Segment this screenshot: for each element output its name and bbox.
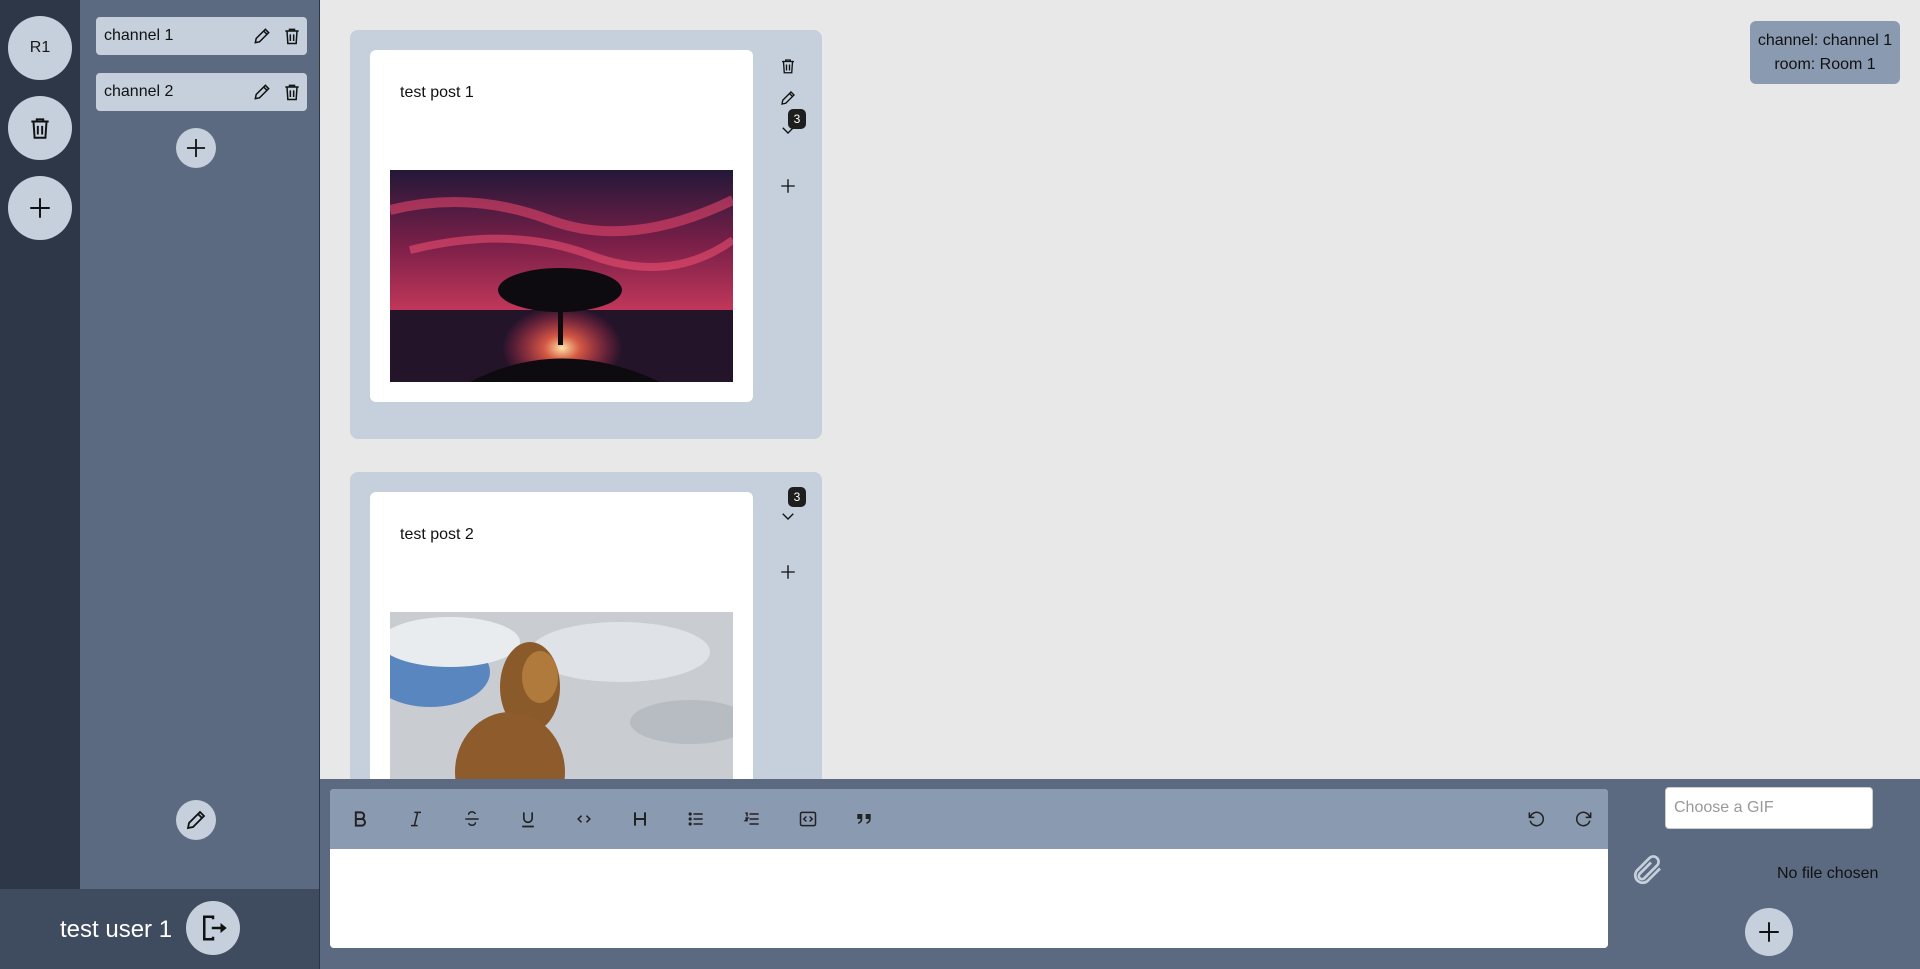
heading-button[interactable] xyxy=(622,801,658,837)
delete-channel-button[interactable] xyxy=(277,77,307,107)
edit-channel-button[interactable] xyxy=(247,77,277,107)
plus-icon xyxy=(781,565,795,579)
channel-item-1[interactable]: channel 1 xyxy=(96,17,307,55)
pencil-icon xyxy=(781,91,795,105)
italic-icon xyxy=(411,811,421,827)
strikethrough-icon xyxy=(465,811,479,827)
delete-post-button[interactable] xyxy=(776,54,800,78)
undo-icon xyxy=(1528,811,1545,827)
undo-button[interactable] xyxy=(1518,801,1554,837)
post-container: test post 1 3 xyxy=(350,30,822,439)
comment-count-badge: 3 xyxy=(788,109,806,129)
paperclip-icon[interactable] xyxy=(1630,852,1666,888)
delete-room-button[interactable] xyxy=(8,96,72,160)
code-block-button[interactable] xyxy=(790,801,826,837)
trash-icon xyxy=(31,118,49,139)
room-button[interactable]: R1 xyxy=(8,16,72,80)
post-text: test post 2 xyxy=(400,526,474,543)
edit-post-button[interactable] xyxy=(776,86,800,110)
code-button[interactable] xyxy=(566,801,602,837)
redo-button[interactable] xyxy=(1566,801,1602,837)
underline-button[interactable] xyxy=(510,801,546,837)
ordered-list-button[interactable] xyxy=(734,801,770,837)
bold-icon xyxy=(354,811,366,827)
bullet-list-button[interactable] xyxy=(678,801,714,837)
heading-icon xyxy=(634,812,646,826)
plus-icon xyxy=(781,179,795,193)
italic-button[interactable] xyxy=(398,801,434,837)
editor-toolbar xyxy=(330,789,1608,849)
comment-count-badge: 3 xyxy=(788,487,806,507)
edit-room-button[interactable] xyxy=(176,800,216,840)
bullet-list-icon xyxy=(688,812,703,826)
channel-room-info: channel: channel 1 room: Room 1 xyxy=(1750,21,1900,84)
trash-icon xyxy=(782,59,794,74)
plus-icon xyxy=(1759,922,1779,942)
add-comment-button[interactable] xyxy=(776,560,800,584)
trash-icon xyxy=(285,28,299,45)
quote-icon xyxy=(857,814,871,824)
ordered-list-icon xyxy=(743,812,759,825)
blockquote-button[interactable] xyxy=(846,801,882,837)
channel-label: channel 2 xyxy=(104,83,174,100)
channel-item-2[interactable]: channel 2 xyxy=(96,73,307,111)
post-container: test post 2 3 xyxy=(350,472,822,779)
code-block-icon xyxy=(799,811,817,827)
chevron-down-icon xyxy=(782,513,794,520)
room-initials: R1 xyxy=(29,39,51,56)
post-card: test post 1 xyxy=(370,50,753,402)
strikethrough-button[interactable] xyxy=(454,801,490,837)
rooms-rail: R1 xyxy=(0,0,80,889)
channel-label: channel 1 xyxy=(104,27,174,44)
editor-text-area[interactable] xyxy=(330,849,1608,948)
add-comment-button[interactable] xyxy=(776,174,800,198)
trash-icon xyxy=(285,84,299,101)
file-status: No file chosen xyxy=(1777,865,1879,882)
post-text: test post 1 xyxy=(400,84,474,101)
room-info-line: room: Room 1 xyxy=(1774,56,1876,73)
posts-feed: test post 1 3 test post 2 3 xyxy=(320,0,1920,779)
underline-icon xyxy=(522,812,534,828)
rich-text-editor xyxy=(330,789,1608,948)
pencil-icon xyxy=(254,28,270,44)
plus-icon xyxy=(30,198,50,218)
expand-comments-button[interactable] xyxy=(776,504,800,528)
delete-channel-button[interactable] xyxy=(277,21,307,51)
add-room-button[interactable] xyxy=(8,176,72,240)
redo-icon xyxy=(1575,811,1592,827)
channel-info-line: channel: channel 1 xyxy=(1757,32,1893,49)
post-card: test post 2 xyxy=(370,492,753,779)
add-post-button[interactable] xyxy=(1745,908,1793,956)
pencil-icon xyxy=(254,84,270,100)
add-channel-button[interactable] xyxy=(176,128,216,168)
post-image-sunset-tree xyxy=(390,170,733,382)
user-bar: test user 1 xyxy=(0,889,320,969)
user-name: test user 1 xyxy=(60,916,173,943)
code-icon xyxy=(577,815,591,823)
pencil-icon xyxy=(186,810,206,830)
bold-button[interactable] xyxy=(342,801,378,837)
plus-icon xyxy=(187,139,205,157)
post-image-lion xyxy=(390,612,733,779)
logout-button[interactable] xyxy=(186,901,240,955)
channels-panel: channel 1 channel 2 xyxy=(80,0,320,889)
edit-channel-button[interactable] xyxy=(247,21,277,51)
logout-icon xyxy=(203,915,227,941)
gif-search-input[interactable] xyxy=(1665,787,1873,829)
